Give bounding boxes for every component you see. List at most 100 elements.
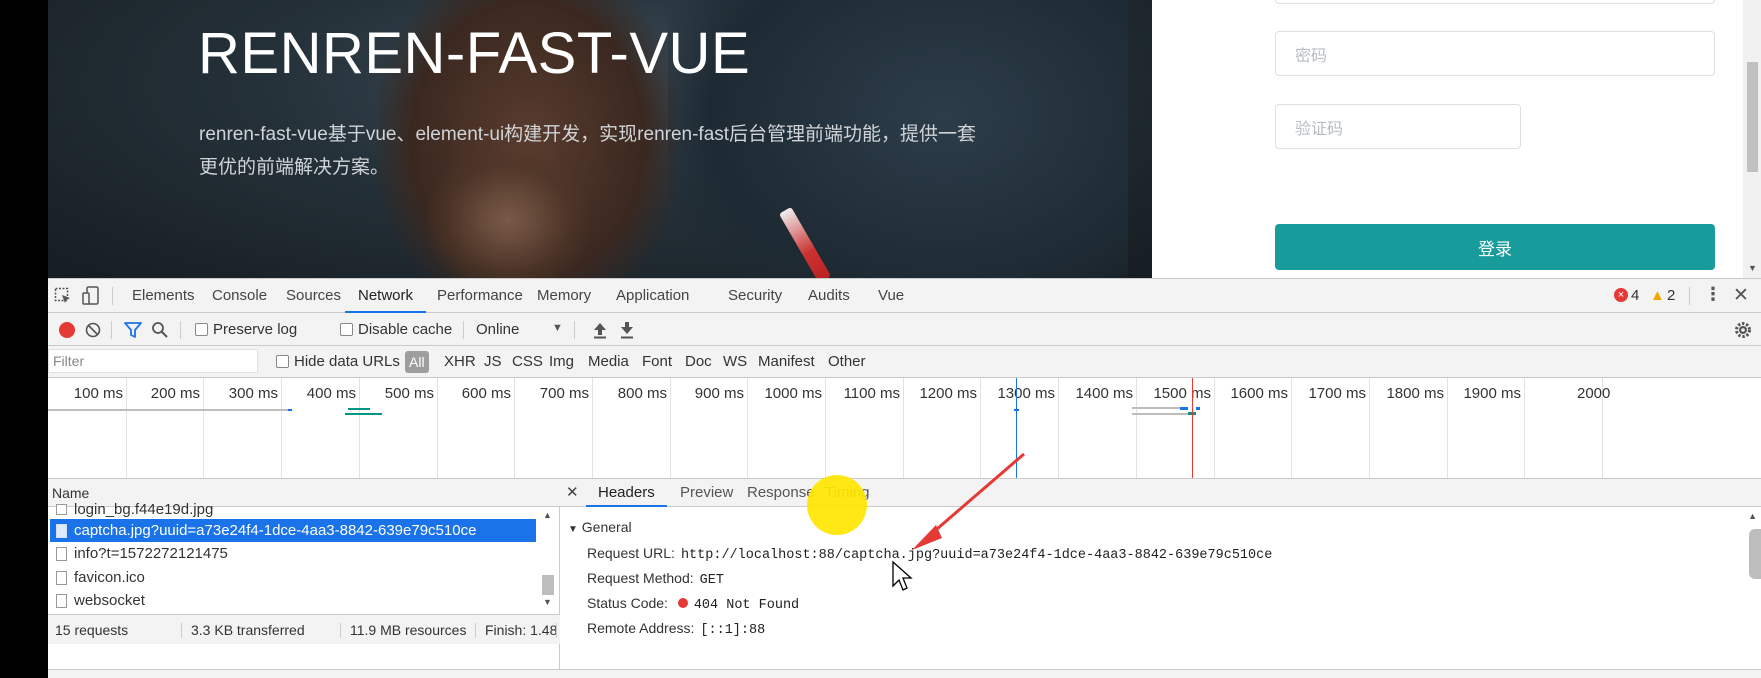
tab-performance[interactable]: Performance [437, 279, 523, 313]
divider [463, 321, 464, 339]
divider [556, 623, 557, 638]
tab-sources[interactable]: Sources [286, 279, 341, 313]
file-icon [56, 504, 67, 515]
warning-icon[interactable]: ▲ [1650, 287, 1665, 304]
timeline-tick-label: 100 ms [73, 385, 123, 402]
preserve-log-label[interactable]: Preserve log [213, 321, 297, 339]
disable-cache-checkbox[interactable] [340, 323, 353, 336]
close-detail-icon[interactable]: ✕ [566, 483, 579, 501]
import-har-icon[interactable] [592, 321, 608, 339]
scrollbar-thumb[interactable] [1747, 62, 1758, 172]
filter-type-manifest[interactable]: Manifest [758, 353, 815, 371]
settings-gear-icon[interactable] [1734, 321, 1752, 339]
export-har-icon[interactable] [619, 321, 635, 339]
filter-type-font[interactable]: Font [642, 353, 672, 371]
tab-vue[interactable]: Vue [878, 279, 904, 313]
clear-icon[interactable] [85, 322, 101, 338]
request-bar [348, 408, 370, 410]
filter-type-css[interactable]: CSS [512, 353, 543, 371]
preserve-log-checkbox[interactable] [195, 323, 208, 336]
scroll-down-icon[interactable]: ▼ [543, 597, 552, 607]
status-code-label: Status Code: [587, 595, 668, 611]
error-icon[interactable]: × [1614, 288, 1628, 302]
filter-type-js[interactable]: JS [484, 353, 502, 371]
request-row-selected[interactable]: captcha.jpg?uuid=a73e24f4-1dce-4aa3-8842… [50, 519, 536, 542]
search-icon[interactable] [151, 321, 169, 339]
request-name: login_bg.f44e19d.jpg [74, 503, 214, 517]
login-form: 密码 验证码 登录 [1152, 0, 1742, 278]
more-options-icon[interactable]: ⋮ [1704, 284, 1722, 305]
network-overview-timeline[interactable]: 100 ms 200 ms 300 ms 400 ms 500 ms 600 ms 700 … [48, 378, 1761, 479]
general-section-toggle[interactable]: ▼ General [568, 519, 632, 535]
request-row[interactable]: favicon.ico [50, 566, 536, 589]
record-icon[interactable] [59, 322, 75, 338]
timeline-tick-label: 1000 ms [764, 385, 822, 402]
request-method-label: Request Method: [587, 570, 694, 586]
filter-type-img[interactable]: Img [549, 353, 574, 371]
scroll-down-icon[interactable]: ▼ [1748, 263, 1757, 273]
page-scrollbar[interactable]: ▼ [1743, 0, 1761, 278]
tab-headers[interactable]: Headers [586, 479, 667, 507]
file-icon [56, 571, 67, 585]
timeline-tick-label: 500 ms [384, 385, 434, 402]
scroll-up-icon[interactable]: ▲ [1748, 511, 1757, 521]
chevron-down-icon: ▼ [568, 524, 578, 535]
close-devtools-icon[interactable]: ✕ [1733, 284, 1749, 307]
filter-type-other[interactable]: Other [828, 353, 866, 371]
login-button[interactable]: 登录 [1275, 224, 1715, 270]
divider [112, 287, 113, 305]
request-row[interactable]: login_bg.f44e19d.jpg [50, 503, 536, 517]
hide-data-urls-label[interactable]: Hide data URLs [294, 353, 400, 371]
filter-icon[interactable] [124, 322, 142, 338]
request-name: websocket [74, 592, 145, 609]
remote-address-label: Remote Address: [587, 620, 695, 636]
tab-network[interactable]: Network [345, 279, 427, 313]
request-row[interactable]: info?t=1572272121475 [50, 542, 536, 565]
hide-data-urls-checkbox[interactable] [276, 355, 289, 368]
timeline-tick-label: 1800 ms [1386, 385, 1444, 402]
chevron-down-icon[interactable]: ▼ [552, 322, 563, 334]
network-toolbar: Preserve log Disable cache Online ▼ [48, 313, 1761, 346]
filter-type-doc[interactable]: Doc [685, 353, 712, 371]
timeline-tick-label: 800 ms [617, 385, 667, 402]
dom-content-loaded-line [1016, 378, 1017, 478]
request-bar [48, 409, 288, 411]
devtools-panel: Elements Console Sources Network Perform… [48, 278, 1761, 678]
throttling-select[interactable]: Online [476, 321, 519, 339]
disable-cache-label[interactable]: Disable cache [358, 321, 452, 339]
password-input[interactable]: 密码 [1275, 31, 1715, 76]
device-toolbar-icon[interactable] [82, 286, 100, 306]
request-list-panel: Name login_bg.f44e19d.jpg captcha.jpg?uu… [48, 479, 560, 678]
load-event-line [1192, 378, 1193, 478]
tab-elements[interactable]: Elements [132, 279, 195, 313]
warning-count[interactable]: 2 [1667, 287, 1675, 305]
request-row[interactable]: websocket [50, 589, 536, 612]
username-input[interactable] [1275, 0, 1715, 4]
file-icon [56, 524, 67, 538]
timeline-tick: 1400 ms [1075, 378, 1137, 478]
scroll-up-icon[interactable]: ▲ [543, 510, 552, 520]
hero-title: RENREN-FAST-VUE [198, 21, 751, 86]
scrollbar-thumb[interactable] [1749, 529, 1761, 579]
filter-input[interactable]: Filter [48, 349, 258, 373]
error-count[interactable]: 4 [1631, 287, 1639, 305]
filter-type-all[interactable]: All [405, 351, 429, 373]
scrollbar-thumb[interactable] [542, 575, 554, 595]
timeline-tick-label: 1500 ms [1153, 385, 1211, 402]
tab-response[interactable]: Response [747, 479, 815, 507]
timeline-tick: 500 ms [385, 378, 438, 478]
tab-memory[interactable]: Memory [537, 279, 591, 313]
timeline-tick-label: 1100 ms [843, 385, 900, 402]
tab-console[interactable]: Console [212, 279, 267, 313]
timeline-tick-label: 1400 ms [1075, 385, 1133, 402]
inspect-element-icon[interactable] [54, 287, 72, 305]
tab-application[interactable]: Application [616, 279, 689, 313]
request-list-scrollbar[interactable]: ▲ ▼ [538, 508, 556, 613]
tab-security[interactable]: Security [728, 279, 782, 313]
filter-type-xhr[interactable]: XHR [444, 353, 476, 371]
filter-type-ws[interactable]: WS [723, 353, 747, 371]
captcha-input[interactable]: 验证码 [1275, 104, 1521, 149]
tab-audits[interactable]: Audits [808, 279, 850, 313]
tab-preview[interactable]: Preview [680, 479, 733, 507]
filter-type-media[interactable]: Media [588, 353, 629, 371]
